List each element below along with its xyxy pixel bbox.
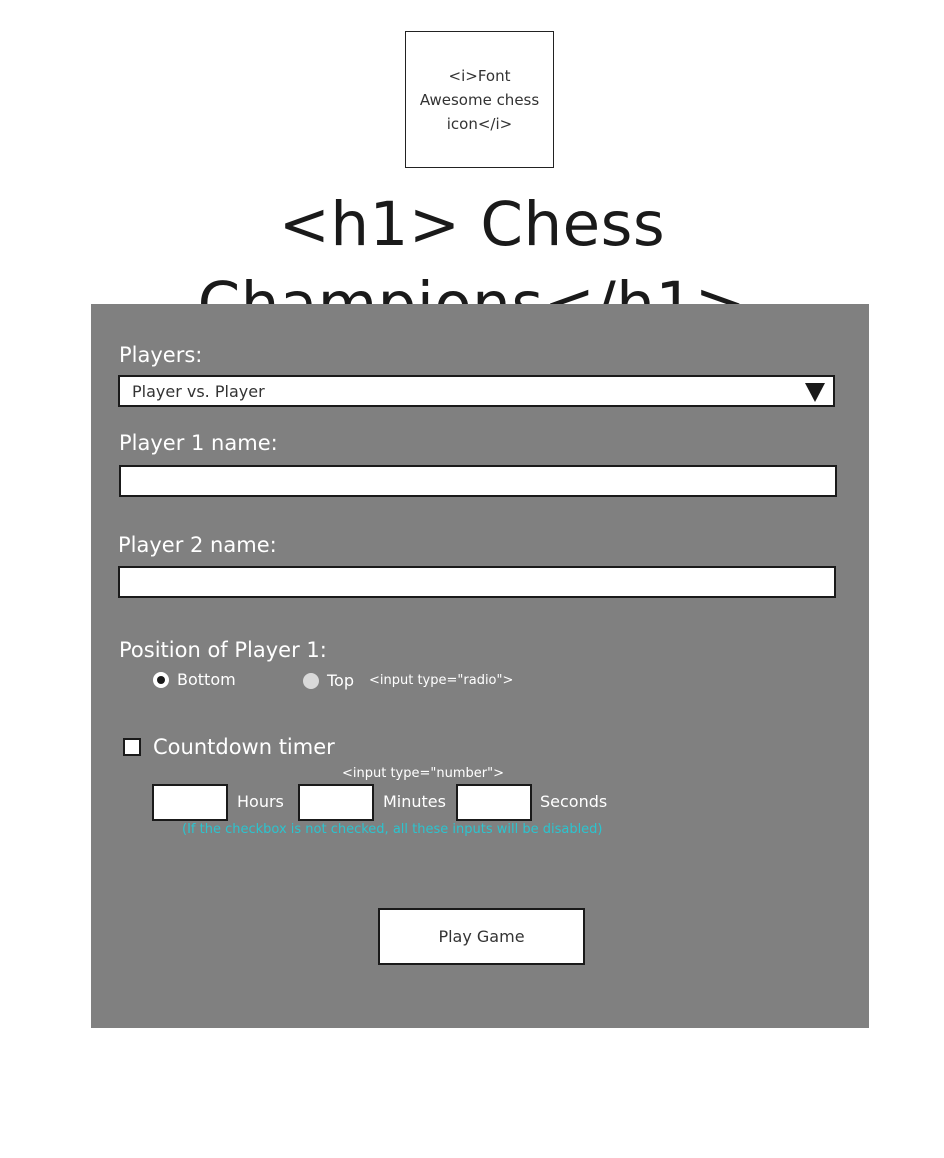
seconds-label: Seconds	[540, 792, 608, 811]
player2-name-input[interactable]	[118, 566, 836, 598]
player2-name-label: Player 2 name:	[118, 533, 277, 557]
position-label: Position of Player 1:	[119, 638, 327, 662]
position-bottom-radio[interactable]	[153, 672, 169, 688]
position-top-radio[interactable]	[303, 673, 319, 689]
position-bottom-label: Bottom	[177, 670, 236, 689]
seconds-input[interactable]	[456, 784, 532, 821]
hours-label: Hours	[237, 792, 284, 811]
players-select[interactable]: Player vs. Player	[118, 375, 835, 407]
countdown-timer-checkbox[interactable]	[123, 738, 141, 756]
minutes-input[interactable]	[298, 784, 374, 821]
number-annotation: <input type="number">	[342, 766, 504, 781]
chess-icon-placeholder-text: <i>Font Awesome chess icon</i>	[419, 66, 540, 133]
player1-name-label: Player 1 name:	[119, 431, 278, 455]
hours-input[interactable]	[152, 784, 228, 821]
player1-name-input[interactable]	[119, 465, 837, 497]
players-label: Players:	[119, 343, 203, 367]
countdown-timer-label: Countdown timer	[153, 735, 335, 759]
game-setup-form: Players: Player vs. Player Player 1 name…	[91, 304, 869, 1028]
minutes-label: Minutes	[383, 792, 446, 811]
chevron-down-icon	[805, 383, 825, 402]
disabled-inputs-hint: (If the checkbox is not checked, all the…	[182, 822, 603, 837]
play-game-button[interactable]: Play Game	[378, 908, 585, 965]
position-top-label: Top	[327, 671, 354, 690]
radio-annotation: <input type="radio">	[369, 673, 514, 688]
players-select-value: Player vs. Player	[132, 382, 265, 401]
chess-icon: <i>Font Awesome chess icon</i>	[405, 31, 554, 168]
